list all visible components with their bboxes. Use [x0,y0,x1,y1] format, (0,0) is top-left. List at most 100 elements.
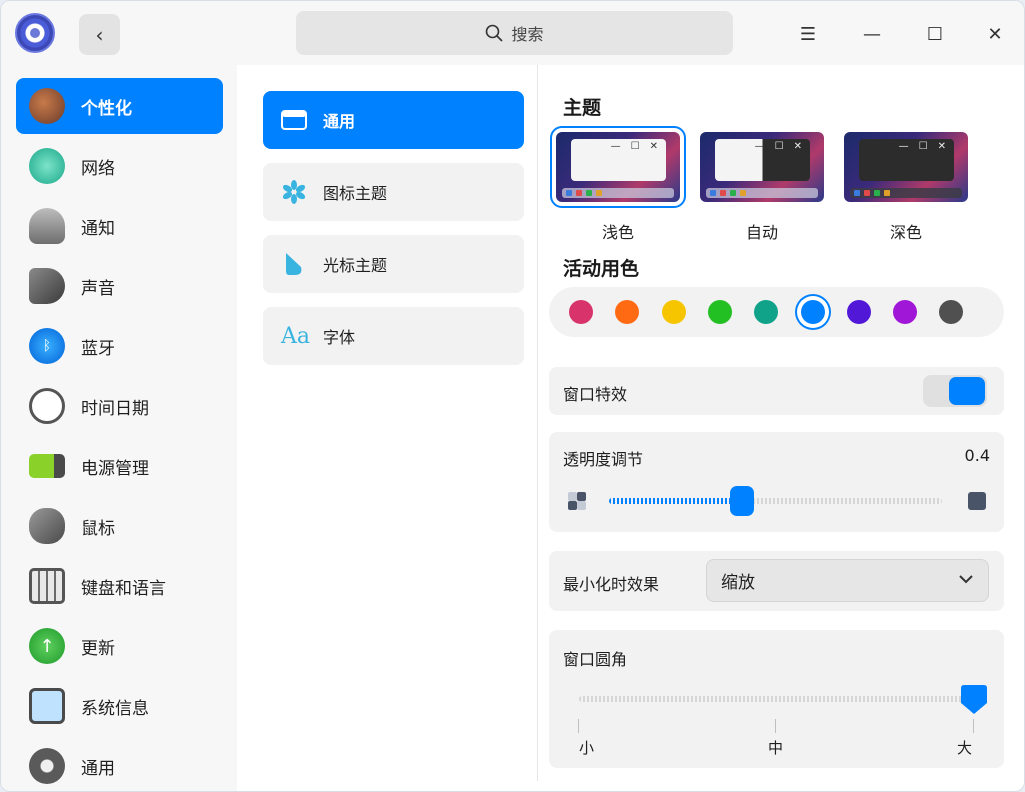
theme-preview-dock [850,188,962,198]
sidebar-item-keyboard[interactable]: 键盘和语言 [16,558,223,614]
nav-item-label: 光标主题 [323,256,388,275]
sidebar-item-label: 时间日期 [81,398,149,419]
theme-option-light[interactable]: — ☐ ✕ [550,126,686,208]
accent-color-swatch[interactable] [893,300,918,324]
keyboard-icon [29,568,65,604]
sidebar-item-label: 网络 [81,158,115,179]
theme-label-auto: 自动 [745,223,778,242]
nav-item-label: 字体 [323,328,356,347]
theme-preview-window: — ☐ ✕ [859,139,954,181]
sidebar-item-personalization[interactable]: 个性化 [16,78,223,134]
nav-item-general[interactable]: 通用 [263,91,524,149]
corner-tick-label-medium: 中 [768,739,784,757]
content-panel: 主题 — ☐ ✕ 浅色 — ☐ ✕ 自动 — ☐ ✕ 深色 活动用色 窗口特效 透明度调节 … [538,65,1016,781]
general-icon [29,748,65,784]
back-button[interactable]: ‹ [79,14,120,55]
sidebar-item-network[interactable]: 网络 [16,138,223,194]
accent-color-swatch[interactable] [661,300,686,324]
accent-color-swatch[interactable] [569,300,593,324]
window-effect-row: 窗口特效 [549,367,1004,415]
window-effect-toggle[interactable] [923,375,987,407]
nav-item-icon-theme[interactable]: 图标主题 [263,163,524,221]
nav-item-label: 通用 [323,112,356,131]
accent-color-swatch[interactable] [846,300,871,324]
transparency-low-icon [568,492,586,510]
transparency-slider[interactable] [609,498,942,504]
window-icon [281,110,307,130]
accent-section-title: 活动用色 [563,258,640,280]
nav-item-label: 图标主题 [323,184,388,203]
sidebar-item-datetime[interactable]: 时间日期 [16,378,223,434]
minimize-icon: — [863,23,881,45]
nav-item-cursor-theme[interactable]: 光标主题 [263,235,524,293]
search-input[interactable]: 搜索 [296,11,733,55]
sidebar-item-general[interactable]: 通用 [16,738,223,791]
accent-color-swatch[interactable] [707,300,732,324]
sidebar-item-label: 系统信息 [81,698,149,719]
sidebar-item-notification[interactable]: 通知 [16,198,223,254]
corner-tick-medium [775,719,776,733]
theme-option-dark[interactable]: — ☐ ✕ [844,132,968,202]
transparency-high-icon [968,492,986,510]
maximize-icon: ☐ [926,23,944,45]
transparency-slider-handle[interactable] [730,486,755,516]
sidebar-item-update[interactable]: ↑ 更新 [16,618,223,674]
cursor-icon [286,253,302,275]
sidebar-item-bluetooth[interactable]: ᛒ 蓝牙 [16,318,223,374]
theme-option-auto[interactable]: — ☐ ✕ [700,132,824,202]
corner-tick-small [578,719,579,733]
close-icon: ✕ [987,23,1003,45]
window-corner-slider[interactable] [579,696,974,702]
theme-preview-window: — ☐ ✕ [571,139,666,181]
minimize-button[interactable]: — [857,19,887,49]
sidebar-item-label: 电源管理 [81,458,149,479]
speaker-icon [29,268,65,304]
system-info-icon [29,688,65,724]
theme-preview-dock [562,188,674,198]
maximize-button[interactable]: ☐ [920,19,950,49]
minimize-effect-label: 最小化时效果 [563,575,660,594]
theme-preview-dock [706,188,818,198]
sidebar-item-label: 通知 [81,218,115,239]
search-placeholder: 搜索 [511,25,544,44]
nav-item-font[interactable]: Aa 字体 [263,307,524,365]
transparency-row: 透明度调节 0.4 [549,432,1004,532]
battery-icon [29,454,65,478]
sidebar-item-system-info[interactable]: 系统信息 [16,678,223,734]
sidebar-item-sound[interactable]: 声音 [16,258,223,314]
icon-theme-icon [282,180,306,204]
update-icon: ↑ [29,628,65,664]
sidebar: 个性化 网络 通知 声音 ᛒ 蓝牙 时间日期 电源管理 鼠标 键盘和语言 ↑ 更… [1,65,237,791]
corner-tick-large [973,719,974,733]
menu-button[interactable]: ☰ [793,19,823,49]
bell-icon [29,208,65,244]
sidebar-item-label: 更新 [81,638,115,659]
toggle-knob [949,377,985,405]
corner-tick-label-small: 小 [579,739,595,757]
sidebar-item-label: 个性化 [81,98,132,119]
theme-section-title: 主题 [563,97,602,119]
palette-icon [29,88,65,124]
transparency-slider-fill [609,498,743,504]
transparency-value: 0.4 [964,446,990,465]
sidebar-item-mouse[interactable]: 鼠标 [16,498,223,554]
chevron-left-icon: ‹ [95,22,104,47]
sidebar-item-label: 鼠标 [81,518,115,539]
accent-color-swatch[interactable] [754,300,779,324]
minimize-effect-select[interactable]: 缩放 [706,559,989,602]
sub-navigation: 通用 图标主题 光标主题 Aa 字体 [249,65,537,781]
font-icon: Aa [281,323,311,349]
theme-preview-window: — ☐ ✕ [715,139,810,181]
accent-color-swatch[interactable] [939,300,964,324]
network-icon [29,148,65,184]
window-corner-slider-fill [579,696,974,702]
theme-label-light: 浅色 [601,223,634,242]
sidebar-item-power[interactable]: 电源管理 [16,438,223,494]
accent-color-swatch[interactable] [615,300,640,324]
minimize-effect-value: 缩放 [721,573,755,593]
window-corner-slider-handle[interactable] [961,685,987,715]
close-button[interactable]: ✕ [980,19,1010,49]
accent-color-swatch[interactable] [800,300,825,324]
corner-tick-label-large: 大 [957,739,973,757]
theme-label-dark: 深色 [889,223,922,242]
